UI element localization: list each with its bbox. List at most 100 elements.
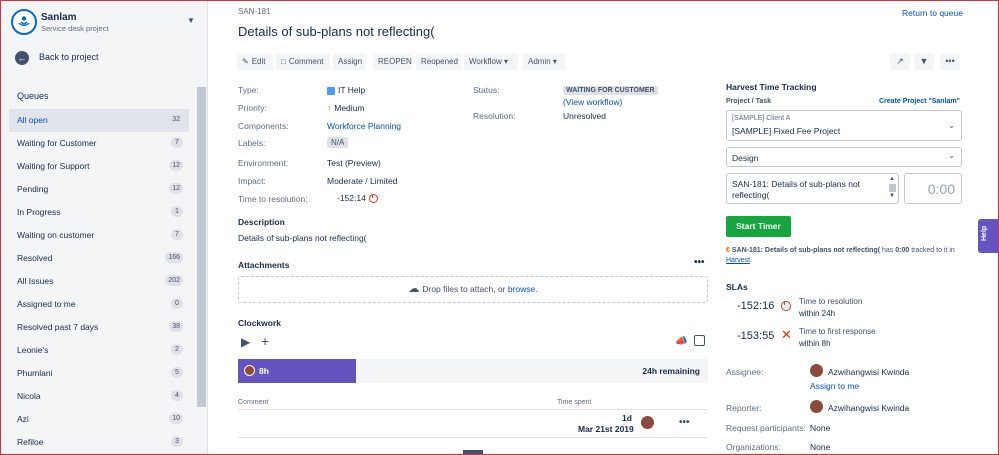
sla-time-first-response: -153:55 [737, 330, 775, 342]
notes-scrollbar[interactable]: ▲ ▼ [889, 176, 896, 201]
chevron-down-icon: ⌄ [948, 151, 955, 160]
label-chip[interactable]: N/A [327, 137, 349, 148]
harvest-note-hours: 0:00 [895, 247, 910, 254]
queue-label: Waiting on customer [17, 230, 95, 240]
attachments-heading: Attachments [238, 260, 290, 270]
back-to-project-label: Back to project [39, 52, 99, 62]
browse-link[interactable]: browse. [508, 284, 538, 294]
sla-name-resolution: Time to resolution [799, 297, 863, 306]
chevron-down-icon: ▾ [503, 57, 508, 66]
organizations-value[interactable]: None [810, 442, 830, 452]
comment-button[interactable]: □ Comment [276, 53, 330, 70]
queue-label: In Progress [17, 207, 61, 217]
task-selected: Design [732, 153, 759, 163]
more-actions-button[interactable]: ••• [940, 53, 960, 70]
queue-item[interactable]: Assigned to me 0 [9, 293, 189, 316]
share-button[interactable]: ↗ [890, 53, 910, 70]
queue-item[interactable]: All open 32 [9, 109, 189, 132]
cloud-upload-icon: ☁ [408, 283, 420, 295]
queue-count: 5 [171, 367, 183, 378]
queue-label: Assigned to me [17, 299, 76, 309]
help-tab[interactable]: Help [978, 219, 998, 253]
clock-icon [781, 300, 791, 311]
issue-key[interactable]: SAN-181 [238, 7, 270, 16]
queue-label: Refiloe [17, 437, 44, 447]
queue-item[interactable]: Phumlani 5 [9, 362, 189, 385]
queue-label: Resolved past 7 days [17, 322, 99, 332]
time-spent-column-header: Time spent [557, 399, 592, 406]
harvest-task-select[interactable]: Design ⌄ [726, 147, 962, 167]
play-icon[interactable]: ▶ [241, 335, 250, 349]
admin-dropdown[interactable]: Admin ▾ [523, 53, 565, 70]
type-label: Type: [238, 85, 259, 95]
queue-item[interactable]: In Progress 1 [9, 201, 189, 224]
view-workflow-link[interactable]: (View workflow) [563, 97, 622, 107]
harvest-project-select[interactable]: [SAMPLE] Client A [SAMPLE] Fixed Fee Pro… [726, 110, 962, 141]
attachments-more-icon[interactable]: ••• [694, 257, 705, 268]
project-task-label: Project / Task [726, 98, 772, 105]
participants-label: Request participants: [726, 423, 806, 433]
queue-item[interactable]: Azi 10 [9, 408, 189, 431]
queue-item[interactable]: Pending 12 [9, 178, 189, 201]
harvest-link[interactable]: Harvest [726, 257, 750, 264]
queue-count: 1 [171, 206, 183, 217]
reporter-value[interactable]: Azwihangwisi Kwinda [828, 403, 909, 413]
queue-item[interactable]: Refiloe 3 [9, 431, 189, 454]
rss-icon[interactable] [694, 335, 705, 346]
participants-value[interactable]: None [810, 423, 830, 433]
reopen-button[interactable]: REOPEN [373, 53, 412, 70]
queue-item[interactable]: Resolved past 7 days 38 [9, 316, 189, 339]
organizations-label: Organizations: [726, 442, 781, 452]
harvest-logo-icon: € [726, 247, 730, 254]
assign-button[interactable]: Assign [333, 53, 366, 70]
status-lozenge[interactable]: WAITING FOR CUSTOMER [563, 86, 658, 95]
plus-icon[interactable]: + [261, 333, 269, 349]
sla-goal-resolution: within 24h [799, 309, 836, 318]
assign-to-me-link[interactable]: Assign to me [810, 381, 859, 391]
queue-item[interactable]: All Issues 202 [9, 270, 189, 293]
queue-item[interactable]: Leonie's 2 [9, 339, 189, 362]
queue-item[interactable]: Nicola 4 [9, 385, 189, 408]
project-selected: [SAMPLE] Fixed Fee Project [732, 126, 841, 136]
clockwork-progress: 8h 24h remaining [238, 359, 708, 383]
attachment-dropzone[interactable]: ☁ Drop files to attach, or browse. [238, 276, 708, 303]
queue-label: Nicola [17, 391, 41, 401]
project-switcher[interactable]: Sanlam Service desk project ▼ [11, 9, 197, 39]
resolution-value: Unresolved [563, 111, 606, 121]
queue-count: 12 [169, 183, 183, 194]
return-to-queue-link[interactable]: Return to queue [902, 8, 963, 18]
start-timer-button[interactable]: Start Timer [726, 216, 791, 237]
queue-count: 3 [171, 436, 183, 447]
sidebar: Sanlam Service desk project ▼ ← Back to … [1, 1, 208, 454]
queue-item[interactable]: Resolved 166 [9, 247, 189, 270]
assignee-value[interactable]: Azwihangwisi Kwinda [828, 367, 909, 377]
megaphone-icon[interactable]: 📣 [675, 336, 687, 347]
create-project-link[interactable]: Create Project "Sanlam" [879, 98, 960, 105]
queue-item[interactable]: Waiting on customer 7 [9, 224, 189, 247]
queue-item[interactable]: Waiting for Support 12 [9, 155, 189, 178]
queue-count: 202 [165, 275, 183, 286]
harvest-notes-textarea[interactable]: SAN-181: Details of sub-plans not reflec… [726, 173, 899, 204]
chevron-down-icon[interactable]: ▼ [187, 16, 195, 25]
labels-label: Labels: [238, 138, 266, 148]
components-value[interactable]: Workforce Planning [327, 121, 401, 131]
queue-count: 0 [171, 298, 183, 309]
feedback-button[interactable]: ▼ [914, 53, 934, 70]
drop-text: Drop files to attach, or [422, 284, 506, 294]
harvest-note-text-1: has [882, 247, 894, 254]
workflow-dropdown[interactable]: Workflow ▾ [464, 53, 518, 70]
priority-value: ↑ Medium [327, 103, 364, 113]
entry-more-icon[interactable]: ••• [679, 417, 690, 428]
time-to-resolution-value: -152:14 [337, 193, 378, 204]
environment-label: Environment: [238, 158, 289, 168]
comment-icon: □ [281, 57, 286, 66]
harvest-timer-input[interactable]: 0:00 [904, 173, 962, 204]
description-text[interactable]: Details of sub-plans not reflecting( [238, 233, 367, 243]
ttr-time: -152:14 [337, 193, 366, 203]
sidebar-scrollbar[interactable] [197, 87, 206, 407]
queue-item[interactable]: Waiting for Customer 7 [9, 132, 189, 155]
harvest-note-text-2: tracked to it in [911, 247, 955, 254]
queue-label: Azi [17, 414, 29, 424]
reopened-button[interactable]: Reopened [416, 53, 461, 70]
edit-button[interactable]: ✎ Edit [237, 53, 273, 70]
